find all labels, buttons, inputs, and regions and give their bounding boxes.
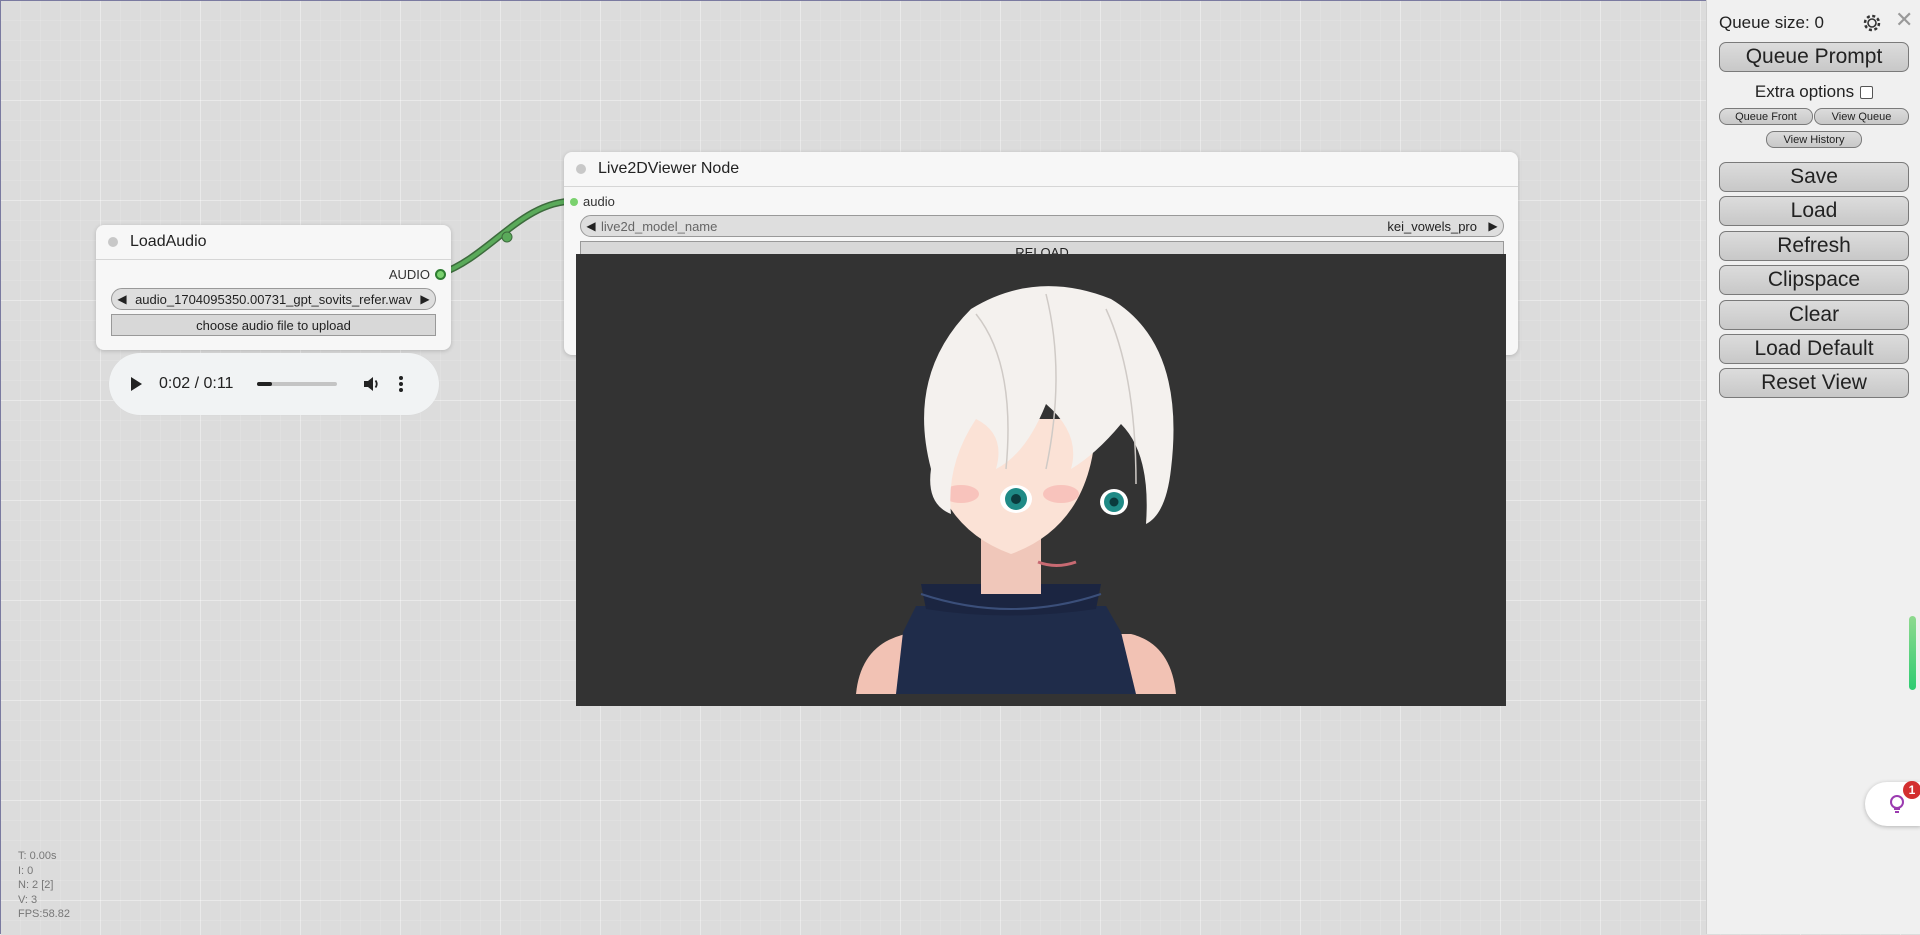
combo-right-arrow-icon[interactable]: ▶	[415, 292, 435, 306]
audio-file-combo[interactable]: ◀ audio_1704095350.00731_gpt_sovits_refe…	[111, 288, 436, 310]
live2d-preview-canvas[interactable]	[576, 254, 1506, 706]
stat-time: T: 0.00s	[18, 850, 57, 862]
stat-fps: FPS:58.82	[18, 908, 70, 920]
live2d-character-image	[856, 286, 1176, 694]
reset-view-button[interactable]: Reset View	[1719, 368, 1909, 398]
scrollbar-thumb[interactable]	[1909, 616, 1916, 690]
queue-front-button[interactable]: Queue Front	[1719, 108, 1813, 125]
settings-gear-icon[interactable]	[1861, 12, 1883, 34]
lightbulb-icon	[1890, 795, 1904, 813]
output-label: AUDIO	[388, 267, 430, 282]
output-slot-icon[interactable]	[435, 269, 446, 280]
upload-button[interactable]: choose audio file to upload	[111, 314, 436, 336]
view-queue-button[interactable]: View Queue	[1814, 108, 1909, 125]
audio-time: 0:02 / 0:11	[159, 375, 234, 392]
model-widget-label: live2d_model_name	[601, 218, 718, 234]
collapse-dot-icon[interactable]	[576, 164, 586, 174]
extra-options-label: Extra options	[1754, 82, 1855, 101]
stat-nodes: N: 2 [2]	[18, 879, 54, 891]
combo-left-arrow-icon[interactable]: ◀	[581, 219, 601, 233]
input-label: audio	[583, 194, 615, 209]
refresh-button[interactable]: Refresh	[1719, 231, 1909, 261]
clipspace-button[interactable]: Clipspace	[1719, 265, 1909, 295]
node-title: LoadAudio	[130, 233, 207, 250]
node-title: Live2DViewer Node	[598, 160, 740, 177]
stat-v: V: 3	[18, 893, 38, 906]
audio-progress-bar[interactable]	[257, 382, 338, 386]
audio-output-slot[interactable]: AUDIO	[389, 267, 446, 282]
load-audio-header[interactable]: LoadAudio	[96, 225, 451, 260]
load-button[interactable]: Load	[1719, 196, 1909, 226]
clear-button[interactable]: Clear	[1719, 300, 1909, 330]
comfy-menu: Queue size: 0 ✕ Queue Prompt Extra optio…	[1706, 0, 1920, 934]
close-icon[interactable]: ✕	[1895, 7, 1913, 33]
load-audio-node[interactable]: LoadAudio AUDIO ◀ audio_1704095350.00731…	[96, 225, 451, 350]
audio-input-slot[interactable]: audio	[570, 194, 615, 209]
stat-i: I: 0	[18, 864, 34, 877]
notification-button[interactable]: 1	[1865, 781, 1920, 826]
queue-size: Queue size: 0	[1719, 13, 1824, 32]
save-button[interactable]: Save	[1719, 162, 1909, 192]
render-stats: T: 0.00s I: 0 N: 2 [2] V: 3 FPS:58.82	[18, 849, 70, 922]
model-widget-value: kei_vowels_pro	[1387, 218, 1477, 234]
audio-player[interactable]: 0:02 / 0:11	[109, 353, 439, 415]
audio-file-value: audio_1704095350.00731_gpt_sovits_refer.…	[135, 291, 412, 307]
input-slot-icon[interactable]	[570, 197, 578, 206]
audio-progress-fill	[257, 382, 272, 386]
live2d-viewer-header[interactable]: Live2DViewer Node	[564, 152, 1518, 187]
volume-icon[interactable]	[361, 374, 381, 394]
load-default-button[interactable]: Load Default	[1719, 334, 1909, 364]
queue-prompt-button[interactable]: Queue Prompt	[1719, 42, 1909, 72]
model-name-combo[interactable]: ◀ live2d_model_name kei_vowels_pro ▶	[580, 215, 1504, 237]
extra-options: Extra options	[1707, 82, 1920, 102]
play-icon[interactable]	[131, 377, 142, 391]
combo-right-arrow-icon[interactable]: ▶	[1483, 219, 1503, 233]
extra-options-checkbox[interactable]	[1860, 85, 1874, 99]
collapse-dot-icon[interactable]	[108, 237, 118, 247]
more-options-icon[interactable]	[399, 376, 404, 392]
combo-left-arrow-icon[interactable]: ◀	[112, 292, 132, 306]
notification-badge: 1	[1903, 781, 1920, 799]
view-history-button[interactable]: View History	[1766, 131, 1862, 148]
graph-canvas[interactable]: LoadAudio AUDIO ◀ audio_1704095350.00731…	[0, 0, 1706, 934]
